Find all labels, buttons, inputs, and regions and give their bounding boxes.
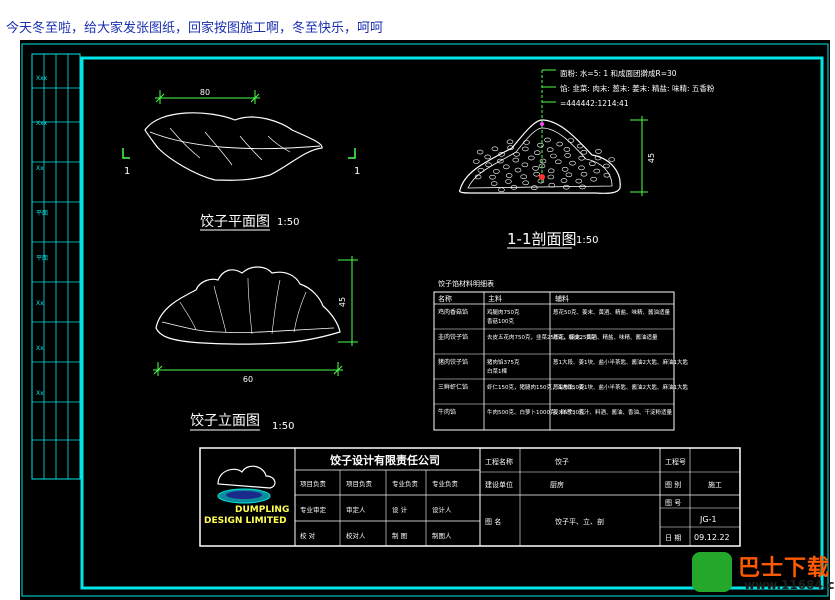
table-cell-name: 猪肉饺子馅 bbox=[438, 358, 468, 366]
table-cell-name: 鸡肉香菇馅 bbox=[438, 308, 468, 316]
cad-drawing: XxxXxxXx平面平面XxXxXx 80 1 1 饺子平面图 1:50 面粉:… bbox=[21, 43, 829, 597]
title-block-role-cell: 制图人 bbox=[432, 531, 452, 540]
section-view-title: 1-1剖面图 bbox=[507, 230, 577, 248]
section-note-2: 馅: 韭菜: 肉末: 葱末: 姜末: 精盐: 味精: 五香粉 bbox=[560, 83, 715, 93]
project-no-label: 工程号 bbox=[665, 457, 686, 466]
materials-table: 饺子馅材料明细表 名称 主料 辅料 鸡肉香菇馅 鸡腿肉750克香菇100克 葱花50… bbox=[433, 279, 688, 431]
table-cell-aux: 葱1大段、姜1块、盐小半茶匙、酱油2大匙、麻油1大匙 bbox=[553, 358, 688, 366]
left-strip-label: 平面 bbox=[36, 210, 48, 217]
sheet-value: 施工 bbox=[708, 480, 722, 489]
table-cell-aux: 葱花、姜末、黄酒、精盐、味精、酱油适量 bbox=[553, 333, 658, 341]
logo-text-line2: DESIGN LIMITED bbox=[204, 516, 287, 526]
left-strip-label: 平面 bbox=[36, 255, 48, 262]
watermark-url: www.11684.com bbox=[744, 578, 835, 592]
unit-value: 厨房 bbox=[550, 480, 564, 489]
cad-canvas[interactable]: Xxx Xxx Xx 平面 平面 Xx Xx Xx 80 1 1 饺子平面图 1:50 面粉:… bbox=[20, 40, 830, 600]
date-label: 日 期 bbox=[665, 534, 681, 542]
title-block: DUMPLING DESIGN LIMITED 饺子设计有限责任公司 项目负责 项… bbox=[199, 447, 741, 547]
number-label: 图 号 bbox=[665, 499, 681, 507]
project-value: 饺子 bbox=[555, 457, 569, 466]
title-block-role-cell: 项目负责 bbox=[300, 479, 327, 488]
title-block-role-cell: 设 计 bbox=[392, 505, 408, 514]
table-cell-name: 牛肉馅 bbox=[438, 408, 456, 416]
table-header-main: 主料 bbox=[488, 294, 502, 303]
table-cell-main: 白菜1棵 bbox=[487, 367, 507, 375]
table-header-name: 名称 bbox=[438, 294, 452, 303]
section-height-dim: 45 bbox=[647, 153, 656, 163]
section-mark-left: 1 bbox=[124, 166, 130, 177]
table-cell-main: 香菇100克 bbox=[487, 317, 514, 325]
title-block-role-cell: 项目负责 bbox=[346, 479, 373, 488]
site-watermark: 巴士下载 www.11684.com bbox=[692, 548, 835, 596]
sheet-label: 图 别 bbox=[665, 480, 681, 489]
table-header-aux: 辅料 bbox=[555, 294, 569, 303]
section-view-scale: 1:50 bbox=[576, 235, 598, 246]
table-cell-main: 鸡腿肉750克 bbox=[487, 308, 520, 316]
section-view: 面粉: 水=5: 1 和成面团擀成R=30 馅: 韭菜: 肉末: 葱末: 姜末:… bbox=[458, 68, 715, 249]
caption-text: 今天冬至啦，给大家发张图纸，回家按图施工啊，冬至快乐，呵呵 bbox=[6, 21, 384, 36]
section-note-1: 面粉: 水=5: 1 和成面团擀成R=30 bbox=[560, 68, 677, 78]
section-mark-right: 1 bbox=[354, 166, 360, 177]
left-strip-label: Xxx bbox=[36, 120, 48, 127]
number-value: JG-1 bbox=[699, 515, 717, 524]
title-block-role-cell: 校对人 bbox=[346, 531, 366, 540]
plan-view-title: 饺子平面图 bbox=[200, 214, 270, 230]
materials-table-title: 饺子馅材料明细表 bbox=[438, 279, 494, 288]
table-cell-aux: 姜末5个、葱汁、料酒、酱油、香油、干淀粉适量 bbox=[553, 408, 673, 416]
left-strip-label: Xx bbox=[36, 390, 44, 397]
title-block-role-cell: 设计人 bbox=[432, 505, 452, 514]
table-cell-aux: 葱花50克、姜末、黄酒、精盐、味精、酱油适量 bbox=[553, 308, 671, 316]
elevation-height-dim: 45 bbox=[338, 297, 347, 307]
title-block-role-cell: 校 对 bbox=[300, 531, 316, 540]
drawing-content-value: 饺子平、立、剖 bbox=[555, 517, 604, 526]
section-note-3: =444442:1214:41 bbox=[560, 99, 629, 108]
plan-view-scale: 1:50 bbox=[277, 217, 299, 228]
date-value: 09.12.22 bbox=[694, 533, 730, 542]
elevation-view-title: 饺子立面图 bbox=[190, 413, 260, 429]
table-cell-aux: 葱1大段、姜1块、盐小半茶匙、酱油2大匙、麻油1大匙 bbox=[553, 383, 688, 391]
title-block-role-cell: 专业负责 bbox=[392, 479, 419, 488]
logo-text-line1: DUMPLING bbox=[235, 505, 289, 515]
drawing-content-label: 图 名 bbox=[485, 517, 501, 526]
table-cell-name: 韭肉饺子馅 bbox=[438, 333, 468, 341]
table-cell-name: 三鲜虾仁馅 bbox=[438, 383, 468, 391]
left-strip-label: Xx bbox=[36, 165, 44, 172]
unit-label: 建设单位 bbox=[485, 480, 513, 489]
left-strip-label: Xxx bbox=[36, 75, 48, 82]
left-strip-label: Xx bbox=[36, 300, 44, 307]
plan-width-dim: 80 bbox=[200, 88, 210, 97]
title-block-role-cell: 专业负责 bbox=[432, 479, 459, 488]
elevation-width-dim: 60 bbox=[243, 375, 253, 384]
left-strip-label: Xx bbox=[36, 345, 44, 352]
elevation-view-scale: 1:50 bbox=[272, 421, 294, 432]
project-label: 工程名称 bbox=[485, 457, 513, 466]
plan-view: 80 1 1 饺子平面图 1:50 bbox=[122, 88, 360, 231]
title-block-role-cell: 审定人 bbox=[346, 505, 366, 514]
elevation-view: 60 45 饺子立面图 1:50 bbox=[153, 256, 358, 432]
title-block-role-cell: 制 图 bbox=[392, 531, 407, 540]
watermark-logo-icon bbox=[692, 552, 732, 592]
title-block-role-cell: 专业审定 bbox=[300, 505, 327, 514]
table-cell-main: 猪肉馅375克 bbox=[487, 358, 520, 366]
company-name: 饺子设计有限责任公司 bbox=[330, 453, 440, 467]
